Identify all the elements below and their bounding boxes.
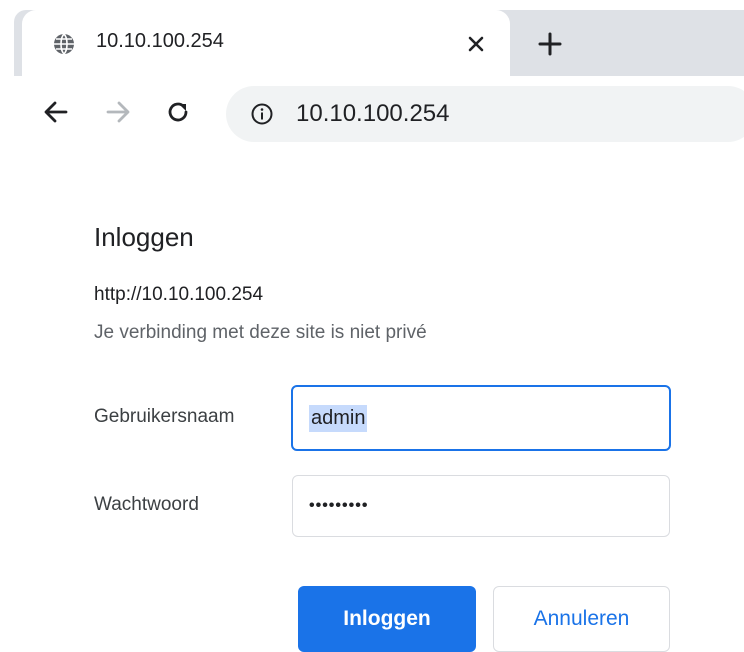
tab-strip: 10.10.100.254 (0, 0, 744, 76)
tab-close-button[interactable] (460, 28, 492, 60)
info-icon[interactable] (250, 102, 274, 126)
back-arrow-icon (44, 101, 68, 123)
address-bar-url: 10.10.100.254 (296, 100, 450, 127)
reload-icon (168, 102, 188, 122)
username-label: Gebruikersnaam (94, 406, 235, 427)
forward-arrow-icon (106, 101, 130, 123)
dialog-title: Inloggen (94, 222, 194, 252)
password-label: Wachtwoord (94, 494, 199, 515)
dialog-origin: http://10.10.100.254 (94, 284, 264, 305)
active-tab[interactable]: 10.10.100.254 (22, 10, 510, 76)
back-button[interactable] (38, 94, 74, 130)
globe-icon (54, 33, 74, 55)
browser-toolbar: 10.10.100.254 (0, 76, 744, 152)
forward-button[interactable] (100, 94, 136, 130)
tab-title: 10.10.100.254 (96, 30, 224, 52)
address-bar[interactable]: 10.10.100.254 (226, 86, 744, 142)
reload-button[interactable] (160, 94, 196, 130)
username-value: admin (309, 404, 368, 432)
username-field[interactable]: admin (291, 385, 671, 451)
password-value: ••••••••• (309, 497, 369, 514)
cancel-button[interactable]: Annuleren (493, 586, 670, 652)
connection-warning: Je verbinding met deze site is niet priv… (94, 322, 427, 343)
plus-icon (538, 32, 562, 56)
close-icon (468, 36, 484, 52)
new-tab-button[interactable] (532, 26, 568, 62)
password-field[interactable]: ••••••••• (292, 475, 670, 537)
login-button[interactable]: Inloggen (298, 586, 476, 652)
